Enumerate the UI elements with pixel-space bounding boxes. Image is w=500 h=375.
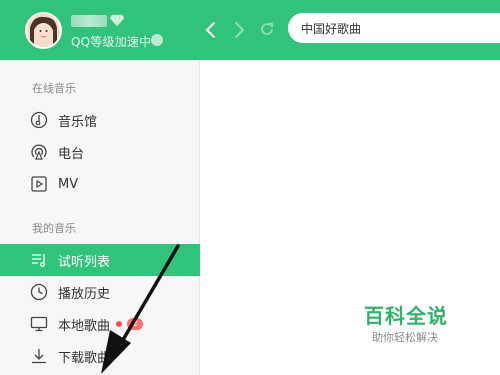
vip-status-text[interactable]: QQ等级加速中 [71, 33, 151, 50]
watermark-title: 百科全说 [364, 304, 448, 328]
section-title-my-music: 我的音乐 [32, 222, 76, 235]
sidebar-item-label: 播放历史 [58, 286, 111, 302]
sidebar-item-history[interactable]: 播放历史 [0, 276, 200, 308]
mv-icon [31, 176, 47, 192]
search-input[interactable]: 中国好歌曲 [288, 13, 500, 43]
sidebar-item-radio[interactable]: 电台 [0, 136, 200, 168]
back-arrow-icon[interactable] [201, 20, 221, 40]
history-icon [30, 283, 48, 301]
sidebar-item-label: 音乐馆 [58, 114, 98, 130]
sidebar-item-label: 下载歌曲 [58, 350, 111, 366]
new-indicator-dot [116, 321, 123, 327]
sidebar-item-mv[interactable]: MV [0, 168, 200, 200]
sidebar-item-label: 试听列表 [58, 254, 111, 270]
forward-arrow-icon[interactable] [229, 20, 249, 40]
sidebar-item-trial-list[interactable]: 试听列表 [0, 244, 200, 276]
sidebar: 在线音乐 音乐馆 电台 MV 我的音乐 试听列表 播放历史 本地歌曲 2 下载歌… [0, 60, 200, 375]
username-blurred [71, 15, 107, 27]
count-badge: 2 [127, 318, 144, 330]
sidebar-item-label: MV [58, 176, 79, 192]
download-icon [32, 349, 46, 364]
radio-icon [31, 144, 47, 160]
sidebar-item-label: 电台 [58, 146, 85, 162]
watermark-subtitle: 助你轻松解决 [372, 331, 438, 344]
avatar[interactable] [25, 12, 62, 49]
vip-badge-icon [151, 34, 163, 46]
diamond-icon [110, 14, 124, 26]
playlist-icon [32, 254, 45, 267]
section-title-online: 在线音乐 [32, 82, 76, 95]
search-input-value: 中国好歌曲 [301, 21, 362, 36]
computer-icon [30, 316, 48, 332]
refresh-icon[interactable] [258, 20, 276, 38]
sidebar-item-music-hall[interactable]: 音乐馆 [0, 104, 200, 136]
sidebar-item-downloads[interactable]: 下载歌曲 [0, 340, 200, 372]
top-bar: QQ等级加速中 中国好歌曲 [0, 0, 500, 60]
sidebar-item-label: 本地歌曲 [58, 318, 111, 334]
sidebar-item-local-songs[interactable]: 本地歌曲 2 [0, 308, 200, 340]
music-hall-icon [30, 111, 48, 129]
